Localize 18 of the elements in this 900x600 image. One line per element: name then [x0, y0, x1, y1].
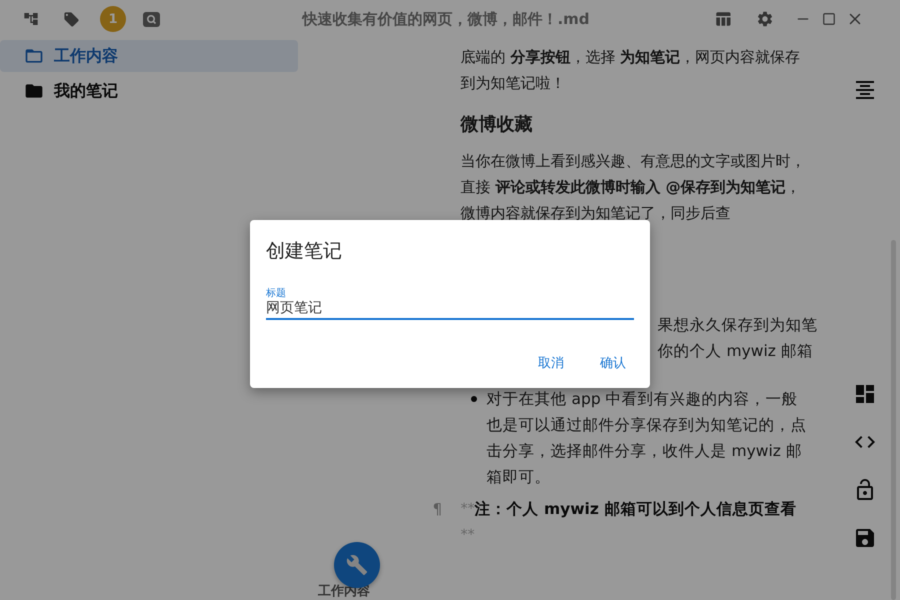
paragraph: 底端的 分享按钮，选择 为知笔记，网页内容就保存到为知笔记啦！ — [460, 47, 802, 94]
dialog-title: 创建笔记 — [266, 239, 343, 264]
paragraph-line: 你的个人 mywiz 邮箱 — [658, 341, 813, 362]
pilcrow-mark: ¶ — [432, 499, 442, 520]
paragraph-line: 果想永久保存到为知笔 — [658, 315, 818, 336]
title-field[interactable]: 网页笔记 — [266, 300, 634, 320]
markdown-marker: ** — [460, 501, 475, 519]
section-heading: 微博收藏 — [460, 113, 534, 137]
dialog-button[interactable]: 确认 — [592, 350, 634, 376]
sidebar-item[interactable]: 我的笔记 — [0, 75, 298, 107]
list-item: 对于在其他 app 中看到有兴趣的内容，一般也是可以通过邮件分享保存到为知笔记的，点击分享，选择邮件分享，收件人是 mywiz 邮箱即可。 — [486, 389, 808, 488]
field-label: 标题 — [266, 286, 286, 300]
note-text: 注：个人 mywiz 邮箱可以到个人信息页查看 — [474, 499, 796, 520]
dialog-button[interactable]: 取消 — [530, 350, 572, 376]
window-title: 快速收集有价值的网页，微博，邮件！.md — [300, 10, 591, 28]
markdown-marker: ** — [460, 527, 475, 543]
sidebar-item[interactable]: 工作内容 — [0, 40, 298, 72]
paragraph: 当你在微博上看到感兴趣、有意思的文字或图片时，直接 评论或转发此微博时输入 @保存到为知笔记，微博内容就保存到为知笔记了，同步后查 — [460, 151, 807, 224]
